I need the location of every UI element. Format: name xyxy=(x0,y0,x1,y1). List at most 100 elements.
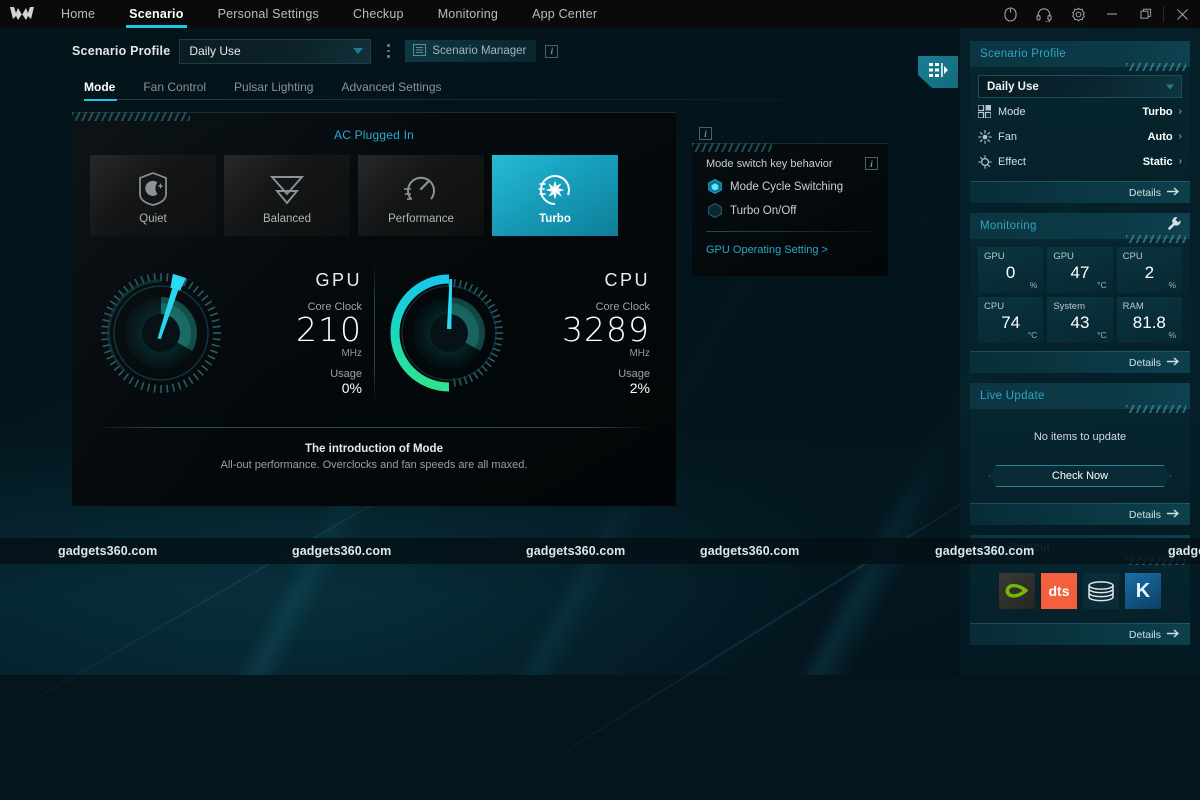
tab-pulsar-lighting[interactable]: Pulsar Lighting xyxy=(220,75,327,99)
power-status-text: AC Plugged In xyxy=(334,128,414,142)
monitoring-tiles: GPU 0 % GPU 47 °C CPU 2 % xyxy=(978,247,1182,343)
killer-network-icon[interactable]: K xyxy=(1125,573,1161,609)
details-link-monitoring[interactable]: Details xyxy=(970,351,1190,373)
headset-icon[interactable] xyxy=(1027,0,1061,28)
gauge-cpu: CPU Core Clock 3289 MHz Usage 2% xyxy=(374,253,662,413)
check-now-button[interactable]: Check Now xyxy=(989,465,1171,487)
details-label: Details xyxy=(1129,509,1161,521)
mode-card-quiet[interactable]: Quiet xyxy=(90,155,216,236)
restore-icon[interactable] xyxy=(1129,0,1163,28)
info-icon[interactable]: i xyxy=(699,127,712,140)
monitor-tile[interactable]: GPU 0 % xyxy=(978,247,1043,293)
tab-advanced-settings[interactable]: Advanced Settings xyxy=(327,75,455,99)
monitor-tile[interactable]: CPU 74 °C xyxy=(978,297,1043,343)
widget-header: Scenario Profile xyxy=(970,41,1190,67)
row-label: Fan xyxy=(998,131,1148,143)
monitor-tile[interactable]: GPU 47 °C xyxy=(1047,247,1112,293)
tile-label: RAM xyxy=(1123,301,1176,312)
hex-radio-unselected-icon xyxy=(708,203,722,218)
widget-header: App Shortcut xyxy=(970,535,1190,561)
dot xyxy=(387,50,390,53)
turbine-icon xyxy=(535,170,575,215)
chevrons-down-icon xyxy=(268,170,306,213)
details-link-scenario-profile[interactable]: Details xyxy=(970,181,1190,203)
widget-body: No items to update Check Now xyxy=(970,409,1190,503)
gpu-readout: GPU Core Clock 210 MHz Usage 0% xyxy=(236,270,374,396)
panel-hatch-decor xyxy=(692,143,772,152)
mode-cards: Quiet Balanced Performance xyxy=(72,144,676,236)
power-status-row: AC Plugged In i xyxy=(72,113,676,144)
speedometer-icon xyxy=(402,170,440,213)
intro-title: The introduction of Mode xyxy=(72,443,676,455)
cpu-clock-value: 3289 xyxy=(524,313,650,347)
list-icon xyxy=(413,44,426,59)
info-icon[interactable]: i xyxy=(865,157,878,170)
mode-card-balanced[interactable]: Balanced xyxy=(224,155,350,236)
chevron-right-icon: › xyxy=(1179,156,1182,167)
widget-body: GPU 0 % GPU 47 °C CPU 2 % xyxy=(970,239,1190,351)
nav-item-scenario[interactable]: Scenario xyxy=(112,0,200,28)
chevron-right-icon: › xyxy=(1179,106,1182,117)
dts-icon[interactable]: dts xyxy=(1041,573,1077,609)
radio-turbo-on-off[interactable]: Turbo On/Off xyxy=(692,194,888,218)
monitor-tile[interactable]: CPU 2 % xyxy=(1117,247,1182,293)
tab-fan-control[interactable]: Fan Control xyxy=(129,75,220,99)
tile-label: GPU xyxy=(1053,251,1106,262)
killer-label: K xyxy=(1136,580,1150,603)
arrow-right-icon xyxy=(1167,629,1180,641)
main-inner: Scenario Profile Daily Use Scenario Mana… xyxy=(72,35,960,506)
gauge-gpu: GPU Core Clock 210 MHz Usage 0% xyxy=(86,253,374,413)
mode-card-performance[interactable]: Performance xyxy=(358,155,484,236)
tile-unit: °C xyxy=(1097,330,1107,340)
section-tabs: Mode Fan Control Pulsar Lighting Advance… xyxy=(72,75,960,99)
wrench-icon[interactable] xyxy=(1167,216,1182,236)
nav-item-app-center[interactable]: App Center xyxy=(515,0,614,28)
row-mode[interactable]: Mode Turbo › xyxy=(978,100,1182,123)
nav-item-home[interactable]: Home xyxy=(44,0,112,28)
nav-item-personal-settings[interactable]: Personal Settings xyxy=(201,0,336,28)
radio-label: Turbo On/Off xyxy=(730,205,796,217)
panel-collapse-icon xyxy=(928,61,948,84)
cpu-gauge-art xyxy=(374,258,524,408)
more-options-icon[interactable] xyxy=(380,39,396,63)
tile-label: System xyxy=(1053,301,1106,312)
widget-scenario-profile: Scenario Profile Daily Use Mode Turbo › xyxy=(970,41,1190,203)
gpu-usage-label: Usage xyxy=(236,368,362,380)
sidebar-profile-select[interactable]: Daily Use xyxy=(978,75,1182,98)
predator-logo-icon[interactable] xyxy=(0,0,44,28)
scenario-manager-button[interactable]: Scenario Manager xyxy=(405,40,536,62)
row-fan[interactable]: Fan Auto › xyxy=(978,125,1182,148)
cpu-readout: CPU Core Clock 3289 MHz Usage 2% xyxy=(524,270,662,396)
arrow-right-icon xyxy=(1167,187,1180,199)
mouse-icon[interactable] xyxy=(993,0,1027,28)
nav-item-monitoring[interactable]: Monitoring xyxy=(421,0,515,28)
chevron-down-icon xyxy=(1166,84,1174,89)
close-icon[interactable] xyxy=(1164,0,1200,28)
scenario-profile-bar: Scenario Profile Daily Use Scenario Mana… xyxy=(72,35,960,67)
nvidia-icon[interactable] xyxy=(999,573,1035,609)
details-label: Details xyxy=(1129,357,1161,369)
nav-item-checkup[interactable]: Checkup xyxy=(336,0,421,28)
minimize-icon[interactable] xyxy=(1095,0,1129,28)
gpu-operating-setting-link[interactable]: GPU Operating Setting > xyxy=(692,232,888,256)
disc-icon[interactable] xyxy=(1083,573,1119,609)
row-label: Mode xyxy=(998,106,1142,118)
radio-mode-cycle-switching[interactable]: Mode Cycle Switching xyxy=(692,170,888,194)
monitor-tile[interactable]: System 43 °C xyxy=(1047,297,1112,343)
check-now-label: Check Now xyxy=(1052,470,1108,482)
details-link-live-update[interactable]: Details xyxy=(970,503,1190,525)
gauges-row: GPU Core Clock 210 MHz Usage 0% xyxy=(72,253,676,413)
details-link-app-shortcut[interactable]: Details xyxy=(970,623,1190,645)
gear-icon[interactable] xyxy=(1061,0,1095,28)
effect-bulb-icon xyxy=(978,155,998,169)
mode-card-turbo[interactable]: Turbo xyxy=(492,155,618,236)
arrow-right-icon xyxy=(1167,509,1180,521)
mode-label: Performance xyxy=(388,213,454,225)
info-icon[interactable]: i xyxy=(545,45,558,58)
row-effect[interactable]: Effect Static › xyxy=(978,150,1182,173)
monitor-tile[interactable]: RAM 81.8 % xyxy=(1117,297,1182,343)
tile-unit: % xyxy=(1168,330,1176,340)
tab-mode[interactable]: Mode xyxy=(72,75,129,99)
tile-value: 81.8 xyxy=(1123,314,1176,331)
scenario-profile-select[interactable]: Daily Use xyxy=(179,39,371,64)
